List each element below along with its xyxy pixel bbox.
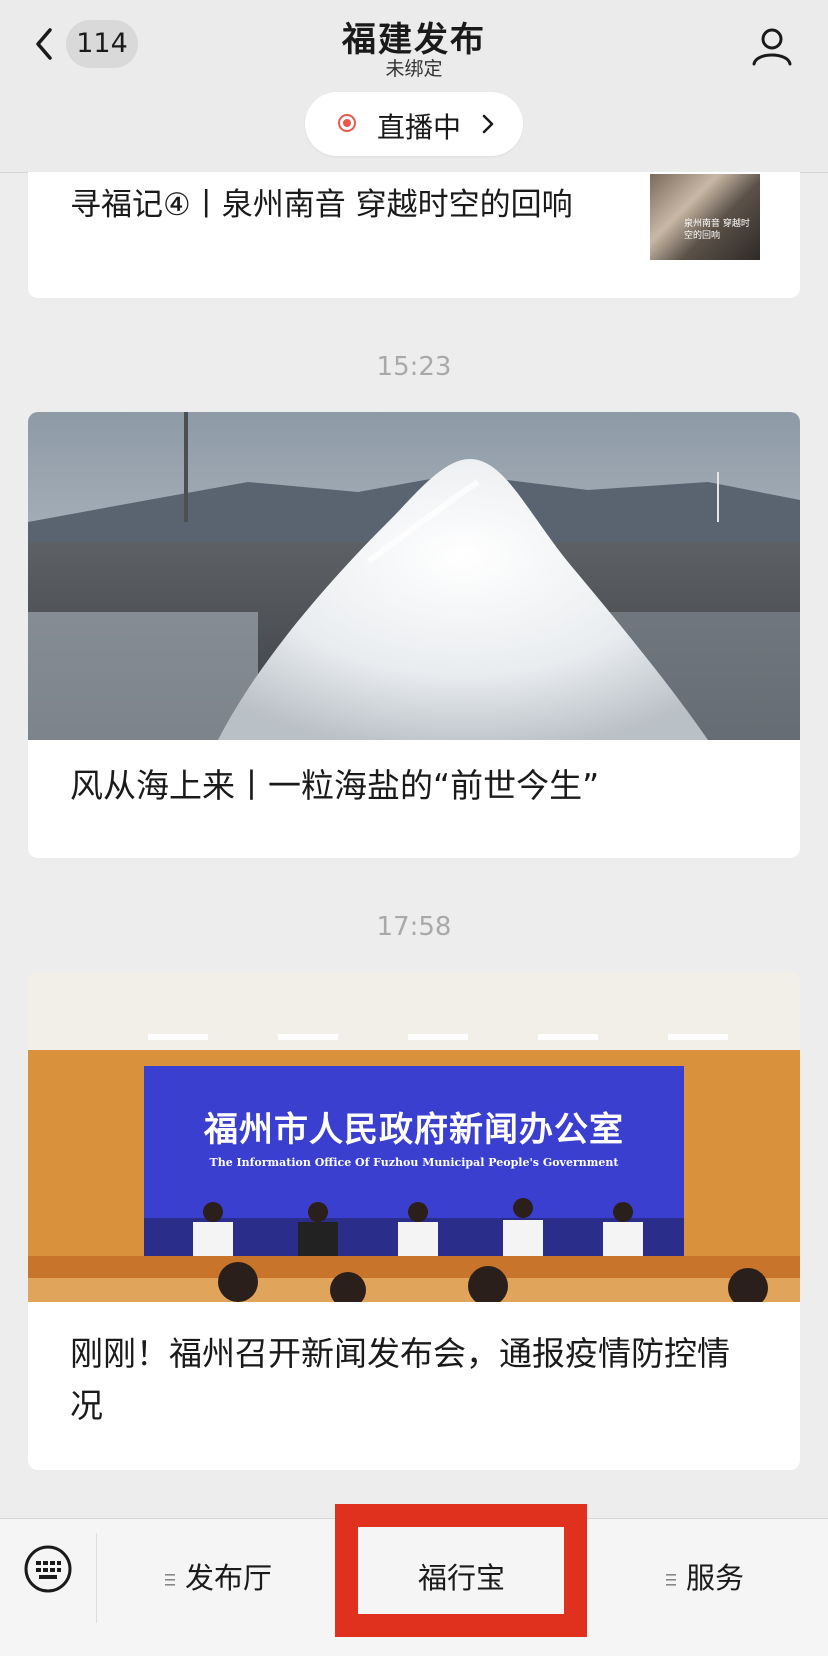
menu-item-fuxingbao[interactable]: 福行宝	[418, 1555, 505, 1595]
article-card[interactable]: 风从海上来丨一粒海盐的“前世今生”	[28, 412, 800, 858]
menu-lines-icon	[165, 1574, 175, 1586]
article-card[interactable]: 福州市人民政府新闻办公室 The Information Office Of F…	[28, 972, 800, 1470]
user-icon	[752, 28, 792, 66]
live-record-icon	[338, 114, 356, 132]
article-thumbnail: 泉州南音 穿越时空的回响	[650, 174, 760, 260]
screen-subtitle: The Information Office Of Fuzhou Municip…	[209, 1156, 619, 1169]
live-button[interactable]: 直播中	[305, 92, 523, 156]
chevron-right-icon	[482, 114, 494, 134]
menu-item-label: 服务	[686, 1561, 745, 1595]
page-subtitle: 未绑定	[385, 58, 443, 80]
menu-item-fabuting[interactable]: 发布厅	[165, 1555, 272, 1595]
screen-title: 福州市人民政府新闻办公室	[204, 1110, 624, 1150]
menu-item-fuwu[interactable]: 服务	[666, 1555, 744, 1595]
article-cover-image	[28, 412, 800, 740]
keyboard-icon	[24, 1545, 72, 1593]
thumbnail-caption: 泉州南音 穿越时空的回响	[684, 219, 750, 241]
menu-lines-icon	[666, 1574, 676, 1586]
live-label: 直播中	[377, 111, 462, 144]
article-title: 寻福记④丨泉州南音 穿越时空的回响	[70, 187, 573, 223]
menu-item-label: 发布厅	[185, 1561, 273, 1595]
profile-button[interactable]	[748, 22, 796, 70]
menu-divider	[96, 1533, 97, 1623]
article-title: 风从海上来丨一粒海盐的“前世今生”	[70, 766, 600, 805]
article-title: 刚刚！福州召开新闻发布会，通报疫情防控情况	[70, 1334, 730, 1425]
menu-item-label: 福行宝	[418, 1561, 506, 1595]
bottom-menu-bar: 发布厅 福行宝 服务	[0, 1518, 828, 1656]
nav-header: 114 福建发布 未绑定 直播中	[0, 0, 828, 173]
article-card[interactable]: 寻福记④丨泉州南音 穿越时空的回响 泉州南音 穿越时空的回响	[28, 172, 800, 298]
article-cover-image: 福州市人民政府新闻办公室 The Information Office Of F…	[28, 972, 800, 1302]
keyboard-toggle-button[interactable]	[22, 1543, 74, 1595]
message-timestamp: 15:23	[376, 352, 452, 382]
message-timestamp: 17:58	[376, 912, 452, 942]
